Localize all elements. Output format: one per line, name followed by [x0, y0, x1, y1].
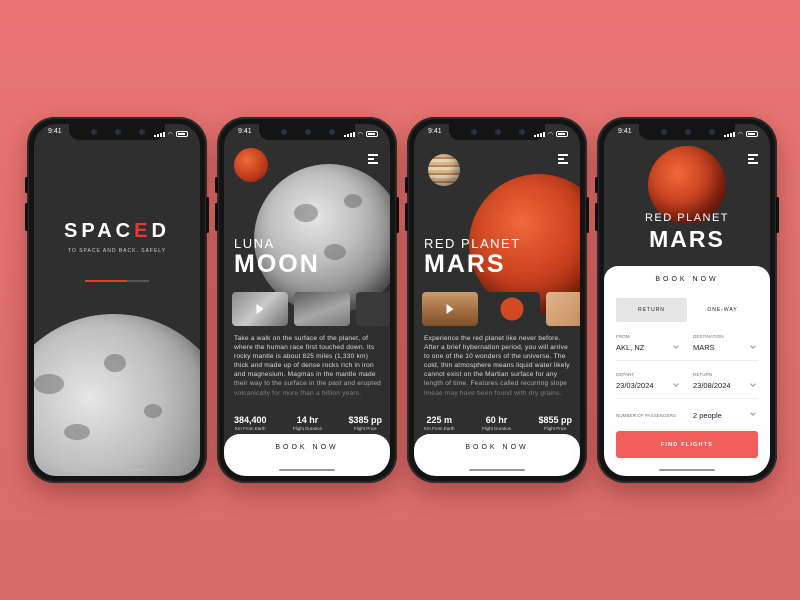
trip-type-one-way[interactable]: ONE-WAY — [687, 298, 758, 322]
trip-type-return[interactable]: RETURN — [616, 298, 687, 322]
home-indicator[interactable] — [89, 469, 145, 471]
stat-duration: 14 hr Flight Duration — [292, 415, 323, 431]
status-bar: 9:41 ◠ — [238, 128, 378, 140]
stat-price: $855 pp Flight Price — [538, 415, 572, 431]
depart-date-field[interactable]: DEPART 23/03/2024 — [616, 372, 679, 392]
battery-icon — [746, 131, 758, 137]
wifi-icon: ◠ — [547, 131, 553, 138]
battery-icon — [366, 131, 378, 137]
planet-description: Take a walk on the surface of the planet… — [234, 334, 382, 408]
trip-type-toggle[interactable]: RETURN ONE-WAY — [616, 298, 758, 322]
jupiter-thumbnail[interactable] — [428, 154, 460, 186]
battery-icon — [556, 131, 568, 137]
home-indicator[interactable] — [279, 469, 335, 471]
planet-subtitle: RED PLANET — [644, 212, 730, 224]
moon-image — [34, 314, 200, 476]
image-thumbnail[interactable] — [484, 292, 540, 326]
planet-subtitle: LUNA — [234, 236, 275, 251]
status-bar: 9:41 ◠ — [618, 128, 758, 140]
image-thumbnail[interactable] — [294, 292, 350, 326]
status-time: 9:41 — [618, 128, 632, 135]
chevron-down-icon — [750, 410, 756, 416]
status-time: 9:41 — [48, 128, 62, 135]
phone-splash: 9:41 ◠ SPACED TO SPACE AND BACK, SAFELY — [25, 117, 209, 483]
status-bar: 9:41 ◠ — [428, 128, 568, 140]
form-title: BOOK NOW — [655, 276, 719, 283]
status-time: 9:41 — [238, 128, 252, 135]
stats-row: 384,400 Km From Earth 14 hr Flight Duratio… — [234, 415, 382, 431]
signal-icon — [723, 131, 735, 137]
mars-thumbnail[interactable] — [234, 148, 268, 182]
stat-duration: 60 hr Flight Duration — [481, 415, 512, 431]
menu-icon[interactable] — [368, 154, 378, 166]
planet-title: MARS — [649, 226, 725, 252]
booking-form: BOOK NOW RETURN ONE-WAY FROM AKL, NZ DES… — [604, 266, 770, 476]
media-carousel[interactable] — [232, 292, 390, 326]
status-bar: 9:41 ◠ — [48, 128, 188, 140]
stat-distance: 384,400 Km From Earth — [234, 415, 267, 431]
book-now-button[interactable]: BOOK NOW — [414, 434, 580, 476]
media-carousel[interactable] — [422, 292, 580, 326]
home-indicator[interactable] — [659, 469, 715, 471]
image-thumbnail[interactable] — [356, 292, 390, 326]
tagline: TO SPACE AND BACK, SAFELY — [67, 248, 167, 254]
planet-title: MARS — [424, 250, 506, 278]
booking-screen: 9:41 ◠ RED PLANET MARS BOOK NOW RETURN O… — [604, 124, 770, 476]
planet-title: MOON — [234, 250, 320, 278]
menu-icon[interactable] — [748, 154, 758, 166]
stat-distance: 225 m Km From Earth — [424, 415, 455, 431]
return-date-field[interactable]: RETURN 23/08/2024 — [693, 372, 756, 392]
wifi-icon: ◠ — [357, 131, 363, 138]
wifi-icon: ◠ — [167, 131, 173, 138]
home-indicator[interactable] — [469, 469, 525, 471]
signal-icon — [343, 131, 355, 137]
app-logo: SPACED — [64, 220, 170, 242]
play-icon — [446, 304, 454, 314]
video-thumbnail[interactable] — [422, 292, 478, 326]
video-thumbnail[interactable] — [232, 292, 288, 326]
loading-bar — [85, 280, 149, 282]
menu-icon[interactable] — [558, 154, 568, 166]
stat-price: $385 pp Flight Price — [348, 415, 382, 431]
stats-row: 225 m Km From Earth 60 hr Flight Duration … — [424, 415, 572, 431]
find-flights-button[interactable]: FIND FLIGHTS — [616, 431, 758, 458]
planet-description: Experience the red planet like never bef… — [424, 334, 572, 408]
status-time: 9:41 — [428, 128, 442, 135]
phone-moon: 9:41 ◠ LUNA MOON Take a walk on the surf… — [215, 117, 399, 483]
play-icon — [256, 304, 264, 314]
phone-booking: 9:41 ◠ RED PLANET MARS BOOK NOW RETURN O… — [595, 117, 779, 483]
wifi-icon: ◠ — [737, 131, 743, 138]
destination-field[interactable]: DESTINATION MARS — [693, 334, 756, 354]
moon-screen: 9:41 ◠ LUNA MOON Take a walk on the surf… — [224, 124, 390, 476]
from-field[interactable]: FROM AKL, NZ — [616, 334, 679, 354]
signal-icon — [533, 131, 545, 137]
splash-screen: 9:41 ◠ SPACED TO SPACE AND BACK, SAFELY — [34, 124, 200, 476]
phone-mars: 9:41 ◠ RED PLANET MARS Experience the re… — [405, 117, 589, 483]
mars-screen: 9:41 ◠ RED PLANET MARS Experience the re… — [414, 124, 580, 476]
book-now-button[interactable]: BOOK NOW — [224, 434, 390, 476]
signal-icon — [153, 131, 165, 137]
loading-bar-fill — [85, 280, 127, 282]
image-thumbnail[interactable] — [546, 292, 580, 326]
passengers-field[interactable]: NUMBER OF PASSENGERS 2 people — [616, 409, 756, 423]
planet-subtitle: RED PLANET — [424, 236, 521, 251]
battery-icon — [176, 131, 188, 137]
